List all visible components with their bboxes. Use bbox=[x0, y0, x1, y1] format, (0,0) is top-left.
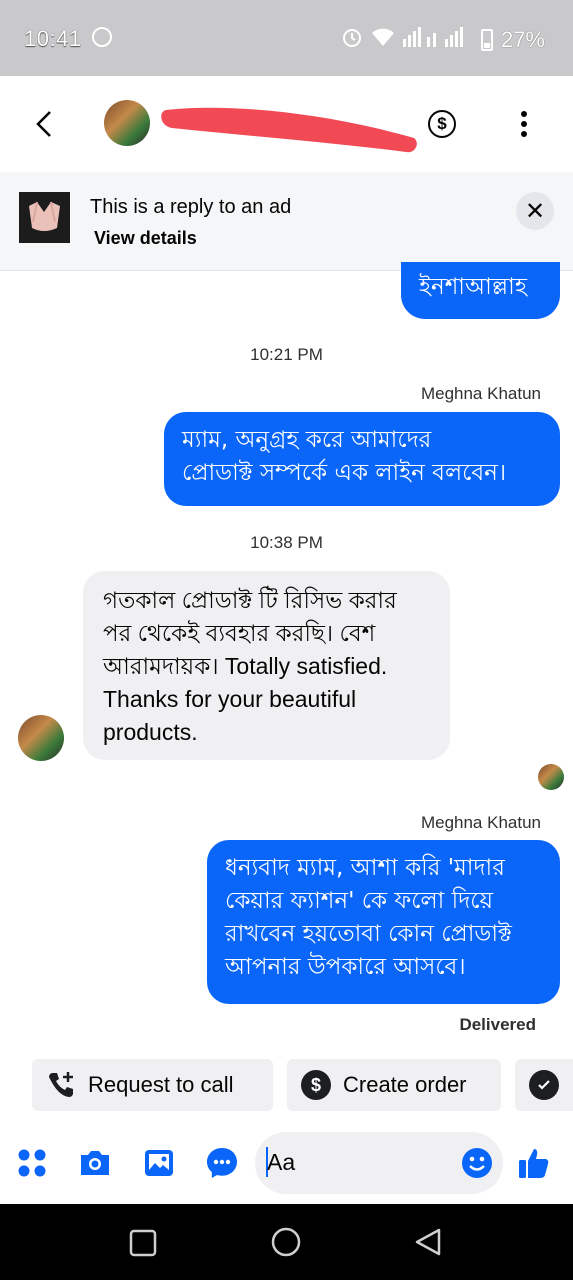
phone-plus-icon bbox=[46, 1070, 76, 1100]
close-icon: ✕ bbox=[524, 197, 546, 225]
delivery-status: Delivered bbox=[459, 1015, 536, 1034]
square-icon bbox=[129, 1229, 157, 1257]
gallery-button[interactable] bbox=[142, 1146, 176, 1180]
emoji-icon bbox=[462, 1148, 492, 1178]
request-call-button[interactable]: Request to call bbox=[32, 1059, 273, 1111]
dollar-icon: $ bbox=[437, 114, 447, 133]
view-details-link[interactable]: View details bbox=[94, 228, 197, 249]
image-icon bbox=[145, 1150, 173, 1176]
outgoing-message[interactable]: ম্যাম, অনুগ্রহ করে আমাদের প্রোডাক্ট সম্প… bbox=[164, 412, 560, 506]
message-line: প্রোডাক্ট সম্পর্কে এক লাইন বলবেন। bbox=[182, 460, 507, 486]
status-bar: 10:41 27% bbox=[0, 0, 573, 76]
message-line: আরামদায়ক। Totally satisfied. bbox=[103, 653, 388, 679]
back-nav-button[interactable] bbox=[412, 1226, 444, 1258]
message-text: ইনশাআল্লাহ bbox=[419, 274, 527, 300]
message-line: পর থেকেই ব্যবহার করছি। বেশ bbox=[103, 620, 376, 646]
home-button[interactable] bbox=[270, 1226, 302, 1258]
message-timestamp: 10:21 PM bbox=[250, 345, 323, 364]
message-line: কেয়ার ফ্যাশন' কে ফলো দিয়ে bbox=[225, 888, 494, 914]
more-vertical-icon bbox=[521, 111, 527, 137]
grid-icon bbox=[18, 1149, 46, 1177]
system-nav-bar bbox=[0, 1204, 573, 1280]
ad-banner-title: This is a reply to an ad bbox=[90, 196, 292, 218]
message-line: রাখবেন হয়তোবা কোন প্রোডাক্ট bbox=[225, 921, 512, 947]
chat-header: $ bbox=[0, 76, 573, 172]
payment-button[interactable]: $ bbox=[428, 110, 456, 138]
mark-done-button[interactable] bbox=[515, 1059, 573, 1111]
status-time: 10:41 bbox=[24, 26, 82, 51]
circle-icon bbox=[271, 1227, 301, 1257]
camera-button[interactable] bbox=[78, 1146, 112, 1180]
camera-icon bbox=[81, 1151, 109, 1175]
check-circle-icon bbox=[529, 1070, 559, 1100]
chip-label: Request to call bbox=[88, 1072, 234, 1097]
back-button[interactable] bbox=[30, 106, 60, 142]
message-line: আপনার উপকারে আসবে। bbox=[225, 954, 466, 980]
message-line: products. bbox=[103, 719, 198, 745]
signal-icon bbox=[402, 27, 473, 53]
incoming-message[interactable]: গতকাল প্রোডাক্ট টি রিসিভ করার পর থেকেই ব… bbox=[83, 571, 450, 760]
message-line: গতকাল প্রোডাক্ট টি রিসিভ করার bbox=[103, 587, 397, 613]
alarm-icon bbox=[341, 26, 363, 54]
like-button[interactable] bbox=[517, 1146, 551, 1180]
emoji-button[interactable] bbox=[460, 1146, 494, 1180]
battery-icon bbox=[480, 29, 493, 51]
ad-reply-banner: This is a reply to an ad View details bbox=[0, 172, 573, 271]
chip-label: Create order bbox=[343, 1072, 467, 1097]
sync-icon bbox=[92, 27, 112, 47]
read-receipt-avatar bbox=[538, 764, 564, 790]
message-line: Thanks for your beautiful bbox=[103, 686, 357, 712]
message-line: ম্যাম, অনুগ্রহ করে আমাদের bbox=[182, 427, 432, 453]
close-banner-button[interactable]: ✕ bbox=[516, 192, 554, 230]
outgoing-message[interactable]: ইনশাআল্লাহ bbox=[401, 262, 560, 319]
contact-avatar-small[interactable] bbox=[18, 715, 64, 761]
message-line: ধন্যবাদ ম্যাম, আশা করি 'মাদার bbox=[225, 855, 505, 881]
more-options-button[interactable] bbox=[512, 110, 536, 140]
chevron-left-icon bbox=[36, 111, 51, 137]
chat-extensions-button[interactable] bbox=[205, 1146, 239, 1180]
apps-menu-button[interactable] bbox=[15, 1146, 49, 1180]
contact-avatar[interactable] bbox=[104, 100, 150, 146]
thumbs-up-icon bbox=[519, 1149, 549, 1178]
redaction-mark bbox=[161, 107, 417, 153]
recents-button[interactable] bbox=[128, 1228, 158, 1258]
ad-thumbnail[interactable] bbox=[19, 192, 70, 243]
sender-name: Meghna Khatun bbox=[420, 384, 541, 403]
battery-level: 27% bbox=[500, 27, 545, 52]
sender-name: Meghna Khatun bbox=[420, 813, 541, 832]
dollar-icon: $ bbox=[301, 1070, 331, 1100]
outgoing-message[interactable]: ধন্যবাদ ম্যাম, আশা করি 'মাদার কেয়ার ফ্য… bbox=[207, 840, 560, 1004]
status-icons: 27% bbox=[341, 26, 545, 54]
create-order-button[interactable]: $ Create order bbox=[287, 1059, 501, 1111]
message-input-placeholder: Aa bbox=[267, 1149, 296, 1175]
message-composer: Aa bbox=[0, 1124, 573, 1204]
messenger-bubble-icon bbox=[207, 1148, 237, 1178]
triangle-back-icon bbox=[415, 1228, 441, 1256]
wifi-icon bbox=[371, 27, 395, 53]
message-timestamp: 10:38 PM bbox=[250, 533, 323, 552]
